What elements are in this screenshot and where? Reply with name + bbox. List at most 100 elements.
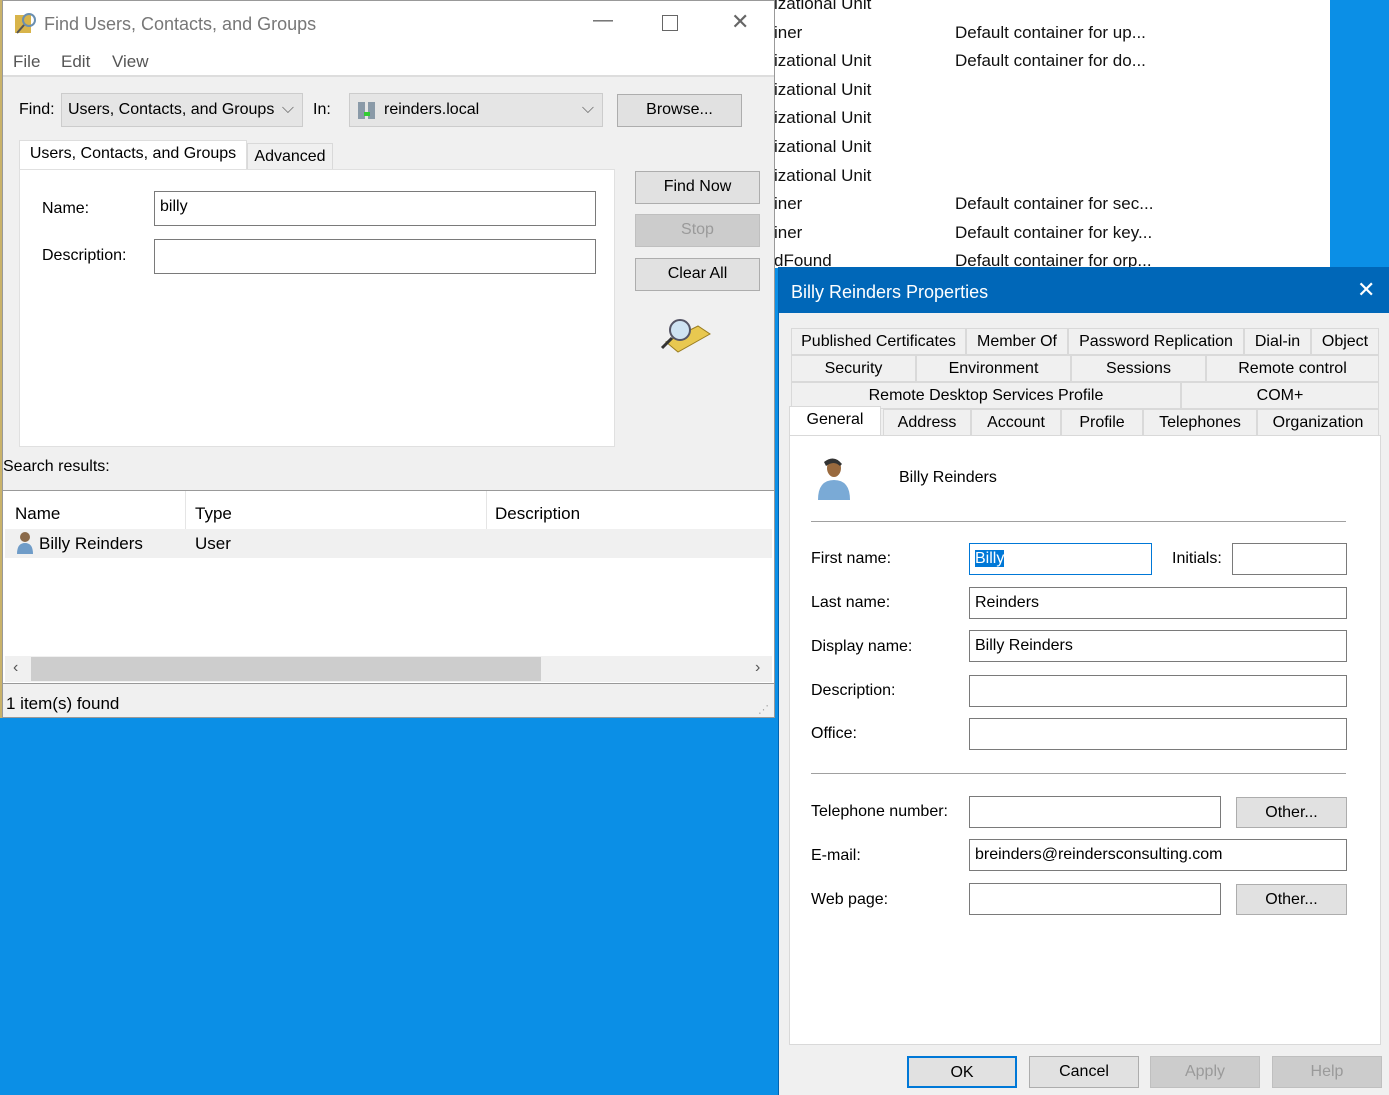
background-window: izational Unit iner Default container for … [774,0,1330,270]
telephone-other-button[interactable]: Other... [1236,797,1347,828]
background-row-type: izational Unit [774,51,872,71]
browse-button[interactable]: Browse... [617,94,742,127]
cancel-button[interactable]: Cancel [1029,1056,1139,1088]
result-row[interactable]: Billy Reinders User [5,529,772,558]
menu-bar: File Edit View [3,47,774,77]
first-name-selected-text: Billy [975,550,1005,567]
office-input[interactable] [969,718,1347,750]
menu-file[interactable]: File [13,52,40,72]
tab-published-certificates[interactable]: Published Certificates [791,328,966,355]
menu-view[interactable]: View [112,52,149,72]
background-row-type: izational Unit [774,0,872,13]
name-input[interactable]: billy [154,191,596,226]
tab-com-[interactable]: COM+ [1181,382,1379,409]
background-row-type: iner [774,222,803,242]
tab-security[interactable]: Security [791,355,916,382]
find-type-select[interactable]: Users, Contacts, and Groups ⌵ [61,93,303,127]
horizontal-scrollbar[interactable]: ‹ › [5,656,772,682]
in-location-select[interactable]: reinders.local ⌵ [349,93,603,127]
email-input[interactable]: breinders@reindersconsulting.com [969,839,1347,871]
name-label: Name: [42,200,90,217]
last-name-input[interactable]: Reinders [969,587,1347,619]
find-label: Find: [19,101,55,118]
background-row-description: Default container for key... [955,222,1153,242]
scroll-right-icon[interactable]: › [755,659,760,677]
stop-button[interactable]: Stop [635,214,760,247]
window-title: Billy Reinders Properties [791,282,989,302]
title-bar: Find Users, Contacts, and Groups — ✕ [3,1,774,47]
minimize-button[interactable]: — [593,9,613,32]
web-page-input[interactable] [969,883,1221,915]
window-title: Find Users, Contacts, and Groups [44,14,317,34]
column-header-description[interactable]: Description [495,504,580,524]
tab-general[interactable]: General [789,406,881,436]
result-name: Billy Reinders [39,534,143,553]
initials-label: Initials: [1172,550,1222,567]
display-name-label: Display name: [811,638,913,655]
tab-telephones[interactable]: Telephones [1143,409,1257,436]
close-button[interactable]: ✕ [1357,277,1375,303]
help-button[interactable]: Help [1272,1056,1382,1088]
tab-users-contacts-groups[interactable]: Users, Contacts, and Groups [19,140,247,170]
tab-member-of[interactable]: Member Of [966,328,1068,355]
first-name-input[interactable]: Billy [969,543,1152,575]
in-location-value: reinders.local [384,101,480,118]
column-header-name[interactable]: Name [15,504,60,524]
general-tab-panel: Billy Reinders First name: Billy Initial… [789,435,1381,1045]
web-page-other-button[interactable]: Other... [1236,884,1347,915]
tab-sessions[interactable]: Sessions [1071,355,1206,382]
tab-object[interactable]: Object [1311,328,1379,355]
result-type: User [195,534,231,553]
find-now-button[interactable]: Find Now [635,171,760,204]
chevron-down-icon: ⌵ [581,100,594,117]
maximize-button[interactable] [662,15,678,31]
tab-advanced[interactable]: Advanced [247,143,333,170]
menu-edit[interactable]: Edit [61,52,90,72]
background-row-description: Default container for do... [955,51,1146,71]
background-row-type: izational Unit [774,79,872,99]
chevron-down-icon: ⌵ [281,100,294,117]
column-header-type[interactable]: Type [195,504,232,524]
description-label: Description: [42,247,127,264]
find-dialog: Find Users, Contacts, and Groups — ✕ Fil… [2,0,775,718]
background-row-description: Default container for up... [955,22,1146,42]
tab-organization[interactable]: Organization [1257,409,1379,436]
properties-dialog: Billy Reinders Properties ✕ Published Ce… [778,267,1389,1095]
close-button[interactable]: ✕ [731,9,749,35]
description-input[interactable] [969,675,1347,707]
telephone-label: Telephone number: [811,803,948,820]
background-row-type: iner [774,194,803,214]
find-app-icon [15,13,36,34]
status-bar: 1 item(s) found [6,694,120,713]
tab-profile[interactable]: Profile [1061,409,1143,436]
initials-input[interactable] [1232,543,1347,575]
apply-button[interactable]: Apply [1150,1056,1260,1088]
in-label: In: [313,101,331,118]
tab-environment[interactable]: Environment [916,355,1071,382]
search-results-label: Search results: [3,458,110,475]
first-name-label: First name: [811,550,892,567]
tab-remote-desktop-services-profile[interactable]: Remote Desktop Services Profile [791,382,1181,409]
tab-dial-in[interactable]: Dial-in [1244,328,1311,355]
telephone-input[interactable] [969,796,1221,828]
display-header-name: Billy Reinders [899,469,997,486]
scroll-left-icon[interactable]: ‹ [13,659,18,677]
domain-icon [358,102,375,119]
display-name-input[interactable]: Billy Reinders [969,630,1347,662]
title-bar: Billy Reinders Properties ✕ [779,267,1389,313]
clear-all-button[interactable]: Clear All [635,258,760,291]
resize-grip-icon[interactable]: ⋰ [758,703,769,716]
tab-account[interactable]: Account [971,409,1061,436]
tab-password-replication[interactable]: Password Replication [1068,328,1244,355]
ok-button[interactable]: OK [907,1056,1017,1088]
tab-address[interactable]: Address [883,409,971,436]
results-list: Name Type Description Billy Reinders Use… [3,490,774,684]
tab-remote-control[interactable]: Remote control [1206,355,1379,382]
scrollbar-thumb[interactable] [31,657,541,681]
user-icon [17,532,33,554]
email-label: E-mail: [811,847,861,864]
description-input[interactable] [154,239,596,274]
background-row-type: iner [774,22,803,42]
description-label: Description: [811,682,896,699]
user-avatar-icon [818,458,850,500]
